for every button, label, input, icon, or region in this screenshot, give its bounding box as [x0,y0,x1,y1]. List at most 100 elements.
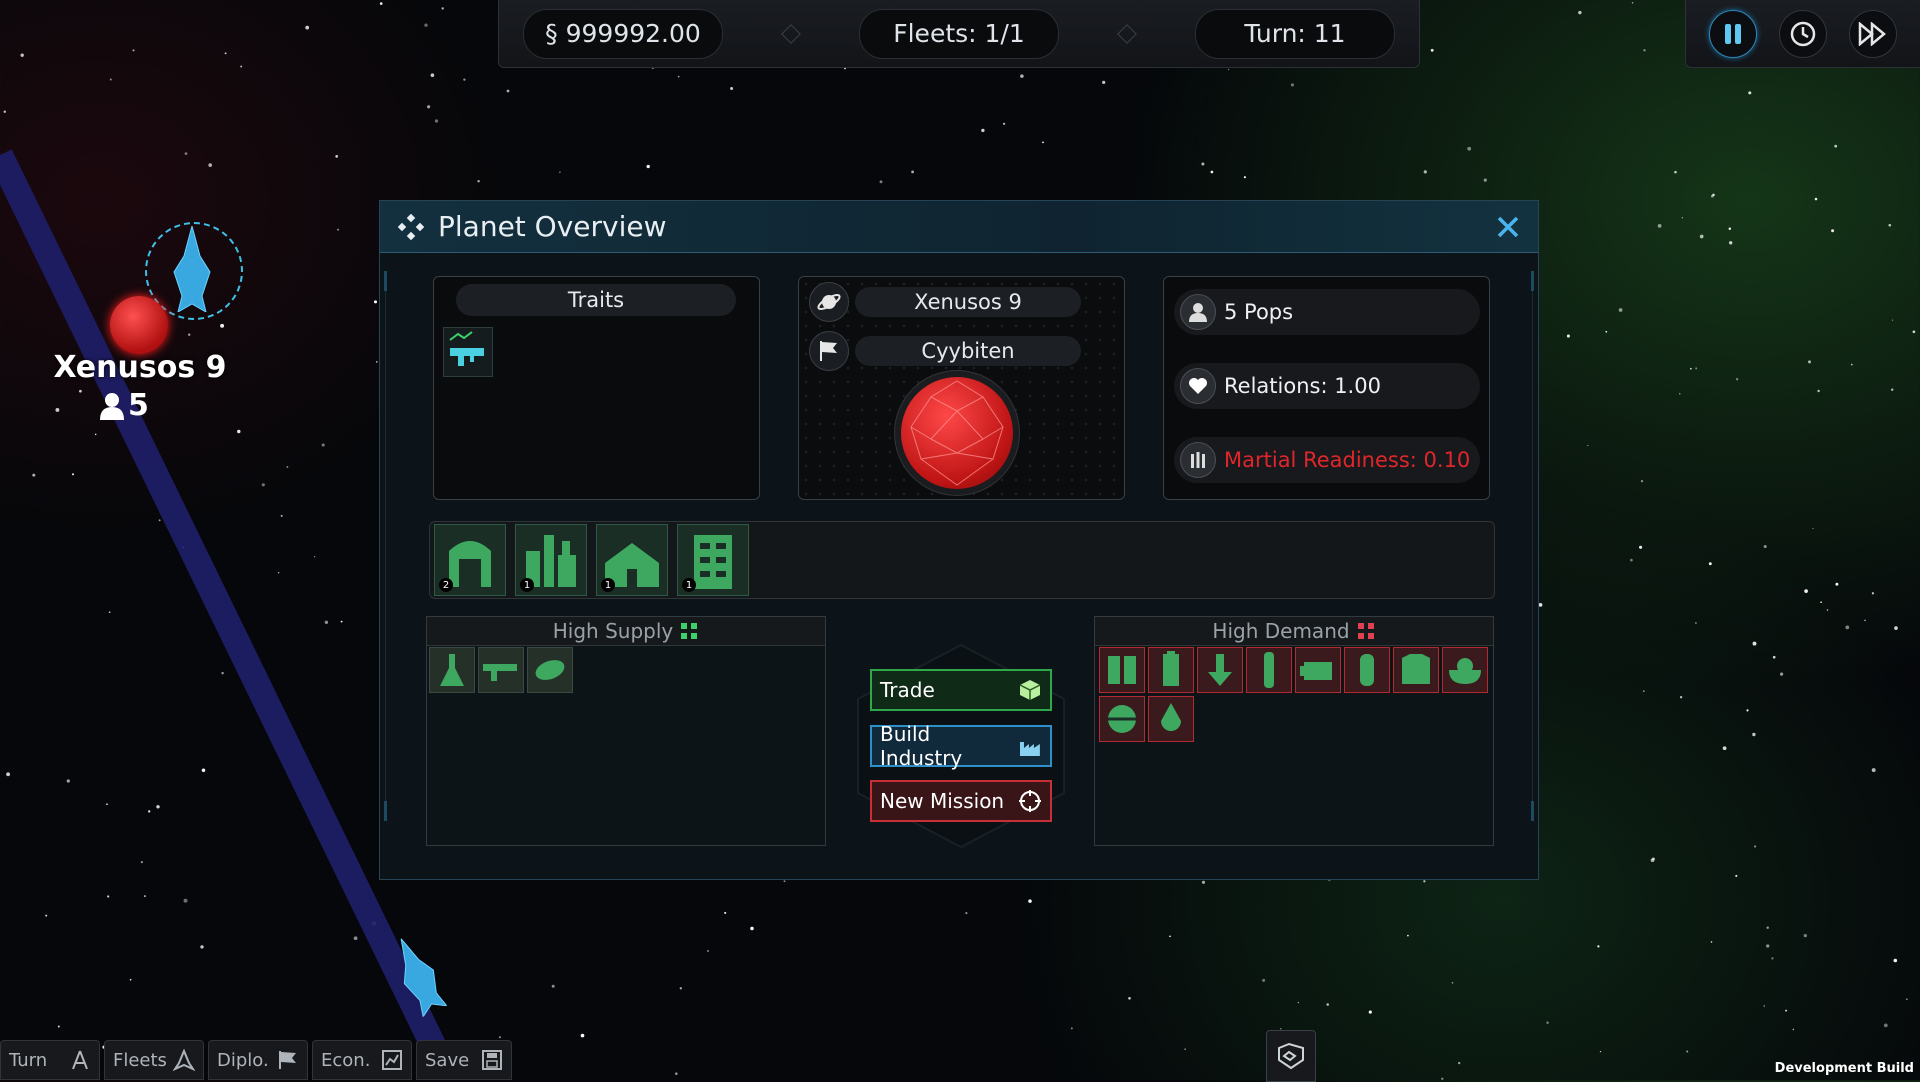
faction-row: Cyybiten [809,331,1081,371]
star [1785,1009,1788,1012]
star [1566,334,1570,338]
fleets-menu-button[interactable]: Fleets [104,1040,204,1080]
diplo-label: Diplo. [217,1049,269,1071]
star [646,164,650,169]
trait-weapons-icon[interactable] [443,327,493,377]
star [679,987,682,990]
star [106,803,108,806]
build-label: Build Industry [880,722,963,770]
star [376,361,378,363]
demand-item[interactable] [1099,647,1145,693]
star [911,170,914,174]
fast-forward-button[interactable] [1849,9,1897,58]
star [187,333,191,336]
star [1883,1023,1888,1028]
divider [1117,23,1137,44]
supply-item[interactable] [429,647,475,693]
close-button[interactable] [1492,211,1524,243]
demand-item[interactable] [1442,647,1488,693]
close-icon [1497,216,1519,238]
demand-item[interactable] [1344,647,1390,693]
fleet-ship-icon[interactable] [383,930,453,1019]
martial-row: Martial Readiness: 0.10 [1174,437,1480,483]
save-label: Save [425,1049,470,1071]
map-planet-xenusos[interactable] [110,296,168,354]
capsule-icon [1264,652,1274,688]
star [463,78,466,81]
star [674,1072,678,1076]
star [261,483,265,487]
star [353,936,358,941]
planet-stats-card: 5 Pops Relations: 1.00 Martial Readiness… [1163,276,1490,500]
trade-button[interactable]: Trade [870,669,1052,711]
new-mission-button[interactable]: New Mission [870,780,1052,822]
planet-icon [809,282,849,322]
diplomacy-quick-button[interactable] [1266,1030,1316,1082]
save-icon [482,1050,502,1070]
star [237,429,241,434]
econ-label: Econ. [321,1049,371,1071]
star [32,473,36,477]
star [1467,146,1472,151]
star [1686,1050,1689,1053]
person-icon [1180,294,1216,330]
pause-button[interactable] [1709,9,1757,58]
star [286,465,289,468]
building-slot[interactable]: 2 [434,524,506,596]
supply-item[interactable] [527,647,573,693]
demand-arrows-icon [1357,623,1374,639]
demand-item[interactable] [1099,696,1145,742]
dev-build-label: Development Build [1774,1061,1914,1076]
star [724,911,727,914]
normal-speed-button[interactable] [1779,9,1827,58]
high-demand-panel: High Demand [1094,616,1494,846]
diplomacy-menu-button[interactable]: Diplo. [208,1040,308,1080]
building-slot[interactable]: 1 [677,524,749,596]
star [559,171,561,173]
save-menu-button[interactable]: Save [416,1040,512,1080]
demand-item[interactable] [1393,647,1439,693]
demand-item[interactable] [1295,647,1341,693]
planet-portrait [901,377,1013,489]
building-count: 1 [601,578,615,592]
top-resource-bar: § 999992.00 Fleets: 1/1 Turn: 11 [498,0,1420,68]
star [1817,389,1820,393]
build-industry-button[interactable]: Build Industry [870,722,1052,770]
demand-item[interactable] [1148,647,1194,693]
map-planet-pop: 5 [100,388,149,423]
star [477,179,480,183]
building-count: 1 [520,578,534,592]
star [313,556,316,558]
star [220,323,225,328]
flag-icon [809,331,849,371]
star [148,810,151,813]
star [182,546,185,549]
star [379,2,383,5]
divider [781,23,801,44]
star [1808,360,1811,364]
star [1227,68,1230,71]
demand-item[interactable] [1148,696,1194,742]
star [1729,241,1733,245]
star [750,926,754,931]
pause-icon [1725,23,1741,44]
star [1458,1061,1461,1065]
economy-menu-button[interactable]: Econ. [312,1040,412,1080]
building-slot[interactable]: 1 [515,524,587,596]
buildings-bar: 2 1 1 1 [429,521,1495,599]
star [208,163,213,167]
turn-menu-button[interactable]: Turn [0,1040,100,1080]
ship-icon[interactable] [170,226,214,312]
star [372,921,377,926]
star [201,768,206,773]
star [498,1036,501,1039]
demand-item[interactable] [1197,647,1243,693]
supply-item[interactable] [478,647,524,693]
demand-item[interactable] [1246,647,1292,693]
star [506,89,510,93]
star [277,571,280,574]
star [1763,1005,1765,1007]
building-slot[interactable]: 1 [596,524,668,596]
star [1712,193,1715,197]
star [305,25,310,30]
